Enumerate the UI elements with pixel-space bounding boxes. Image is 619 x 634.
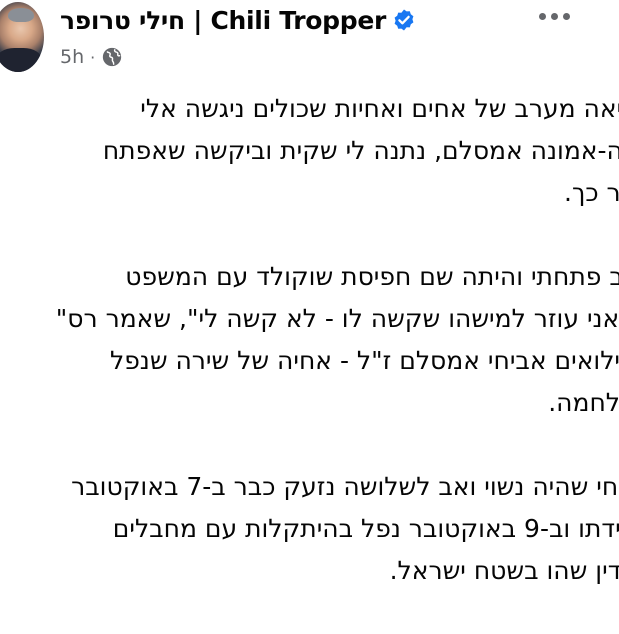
post-text-line: חר כך.	[564, 178, 619, 207]
post-paragraph-3: כיחי שהיה נשוי ואב לשלושה נזעק כבר ב-7 ב…	[17, 466, 619, 592]
post-paragraph-1: ציאה מערב של אחים ואחיות שכולים ניגשה אל…	[17, 88, 619, 214]
post-text-line: שאני עוזר למישהו שקשה לו - לא קשה לי", ש…	[55, 304, 619, 333]
meta-separator: ·	[90, 47, 96, 67]
post-text-line: כב פתחתי והיתה שם חפיסת שוקולד עם המשפט	[125, 262, 619, 291]
post-header: חילי טרופר | Chili Tropper 5h ·	[0, 0, 619, 80]
post-text-line: כיחי שהיה נשוי ואב לשלושה נזעק כבר ב-7 ב…	[71, 472, 619, 501]
post-text-line: מילואים אביחי אמסלם ז"ל - אחיה של שירה ש…	[109, 346, 619, 375]
more-dot-2	[550, 12, 558, 20]
post-text-line: מלחמה.	[548, 388, 619, 417]
avatar-shirt-shape	[0, 48, 42, 72]
post-timestamp[interactable]: 5h	[60, 46, 84, 68]
post-text-line: רה-אמונה אמסלם, נתנה לי שקית וביקשה שאפת…	[102, 136, 619, 165]
post-paragraph-2: כב פתחתי והיתה שם חפיסת שוקולד עם המשפט …	[17, 256, 619, 424]
author-name-row: חילי טרופר | Chili Tropper	[60, 4, 416, 36]
post-text: ציאה מערב של אחים ואחיות שכולים ניגשה אל…	[17, 88, 619, 634]
post-text-line: ציאה מערב של אחים ואחיות שכולים ניגשה אל…	[140, 94, 619, 123]
post-text-line: חידתו וב-9 באוקטובר נפל בהיתקלות עם מחבל…	[112, 514, 619, 543]
avatar-hair-shape	[8, 8, 34, 22]
more-options-icon[interactable]	[530, 2, 578, 30]
post-meta-row: 5h ·	[60, 44, 123, 70]
more-dot-1	[538, 12, 546, 20]
author-name[interactable]: חילי טרופר | Chili Tropper	[60, 6, 386, 35]
post-text-line: עדין שהו בשטח ישראל.	[389, 556, 619, 585]
author-avatar[interactable]	[0, 2, 44, 72]
globe-icon[interactable]	[101, 46, 123, 68]
verified-badge-icon	[394, 9, 414, 31]
more-dot-3	[562, 12, 570, 20]
